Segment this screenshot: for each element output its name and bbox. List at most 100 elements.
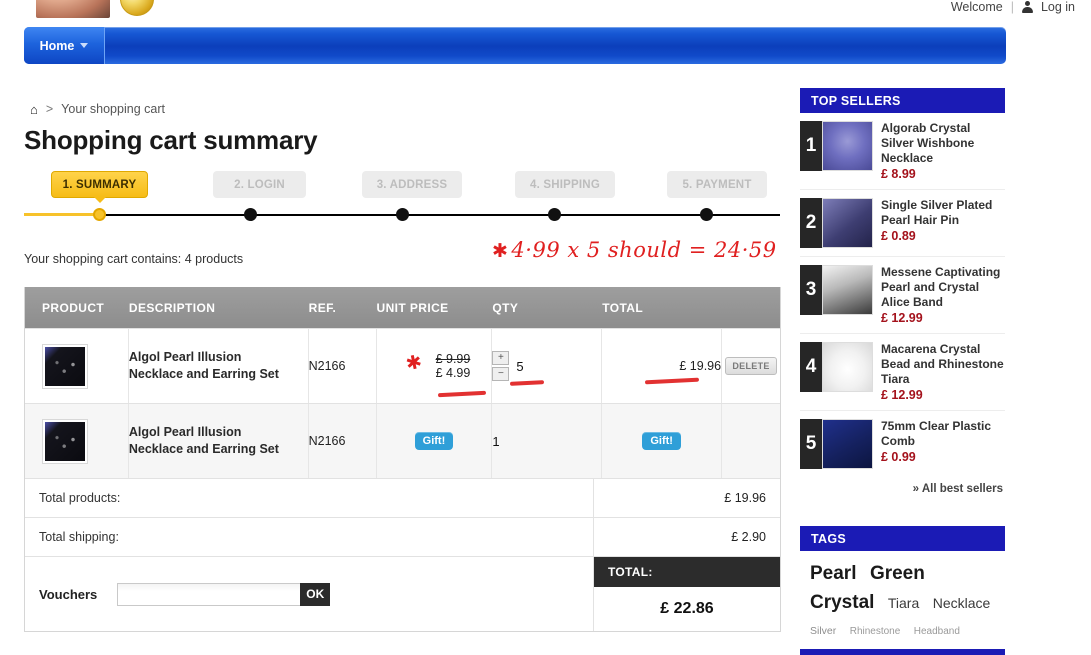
product-thumbnail [42, 343, 88, 389]
tag-headband[interactable]: Headband [914, 624, 960, 640]
step-address[interactable]: 3. ADDRESS [362, 171, 462, 198]
tag-green[interactable]: Green [870, 559, 925, 588]
step-summary[interactable]: 1. SUMMARY [51, 171, 148, 203]
grand-total: TOTAL: £ 22.86 [594, 557, 780, 631]
seller-rank: 5 [800, 419, 822, 469]
table-row: Algol Pearl Illusion Necklace and Earrin… [25, 328, 780, 403]
chevron-down-icon [80, 43, 89, 48]
qty-increase-button[interactable]: + [492, 351, 510, 365]
grand-total-value: £ 22.86 [660, 600, 714, 617]
annotation-star-icon: ✱ [492, 240, 509, 262]
cart-count-text: Your shopping cart contains: 4 products [24, 252, 244, 266]
cart-table-header: PRODUCT DESCRIPTION REF. UNIT PRICE QTY … [25, 287, 780, 328]
total-products-row: Total products: £ 19.96 [25, 478, 780, 517]
nav-item-home[interactable]: Home [24, 27, 105, 64]
cell-ref: N2166 [309, 329, 377, 403]
step-login[interactable]: 2. LOGIN [213, 171, 306, 198]
seller-name[interactable]: Algorab Crystal Silver Wishbone Necklace [881, 121, 1005, 166]
seller-info: Algorab Crystal Silver Wishbone Necklace… [881, 121, 1005, 181]
cell-qty: 1 [492, 404, 603, 478]
step-payment[interactable]: 5. PAYMENT [667, 171, 767, 198]
seller-name[interactable]: Messene Captivating Pearl and Crystal Al… [881, 265, 1005, 310]
column-header-product: PRODUCT [42, 300, 105, 315]
list-item[interactable]: 4 Macarena Crystal Bead and Rhinestone T… [800, 334, 1005, 411]
seller-name[interactable]: Macarena Crystal Bead and Rhinestone Tia… [881, 342, 1005, 387]
login-link[interactable]: Log in [1041, 0, 1075, 14]
list-item[interactable]: 2 Single Silver Plated Pearl Hair Pin £ … [800, 190, 1005, 257]
step-node-3 [396, 208, 409, 221]
seller-thumbnail [822, 265, 873, 315]
tag-silver[interactable]: Silver [810, 623, 836, 639]
cart-totals: Total products: £ 19.96 Total shipping: … [24, 478, 781, 632]
tag-rhinestone[interactable]: Rhinestone [850, 624, 901, 640]
table-row: Algol Pearl Illusion Necklace and Earrin… [25, 403, 780, 478]
voucher-input[interactable] [117, 582, 303, 606]
cell-actions: DELETE [722, 329, 780, 403]
voucher-ok-button[interactable]: OK [300, 582, 331, 606]
quantity-stepper[interactable]: + − [492, 351, 510, 381]
qty-value[interactable]: 5 [516, 359, 523, 374]
total-shipping-value: £ 2.90 [731, 530, 766, 544]
list-item[interactable]: 5 75mm Clear Plastic Comb £ 0.99 [800, 411, 1005, 477]
top-sellers-title: TOP SELLERS [800, 88, 1005, 113]
seller-name[interactable]: Single Silver Plated Pearl Hair Pin [881, 198, 1005, 228]
all-best-sellers-link[interactable]: » All best sellers [800, 477, 1005, 495]
main-navigation: Home [24, 27, 1006, 64]
nav-home-label: Home [39, 38, 75, 53]
seller-thumb-wrap: 5 [800, 419, 873, 469]
tag-tiara[interactable]: Tiara [888, 593, 919, 615]
step-node-4 [548, 208, 561, 221]
seller-thumb-wrap: 4 [800, 342, 873, 392]
cell-description: Algol Pearl Illusion Necklace and Earrin… [129, 329, 309, 403]
product-name[interactable]: Algol Pearl Illusion Necklace and Earrin… [129, 424, 308, 458]
site-logo[interactable]: Wedding Jewellery and Accessories [36, 0, 508, 18]
cell-product-thumb[interactable] [25, 404, 129, 478]
row-total-value: £ 19.96 [679, 359, 722, 373]
step-node-5 [700, 208, 713, 221]
tag-necklace[interactable]: Necklace [933, 593, 991, 615]
tag-pearl[interactable]: Pearl [810, 559, 856, 588]
column-header-unit-price: UNIT PRICE [376, 300, 449, 315]
seller-rank: 4 [800, 342, 822, 392]
seller-name[interactable]: 75mm Clear Plastic Comb [881, 419, 1005, 449]
grand-total-label: TOTAL: [594, 557, 780, 587]
total-products-label: Total products: [25, 479, 594, 517]
logo-photo-icon [36, 0, 110, 18]
breadcrumb-current: Your shopping cart [61, 102, 165, 116]
cell-product-thumb[interactable] [25, 329, 129, 403]
product-name[interactable]: Algol Pearl Illusion Necklace and Earrin… [129, 349, 308, 383]
list-item[interactable]: 3 Messene Captivating Pearl and Crystal … [800, 257, 1005, 334]
seller-thumbnail [822, 198, 873, 248]
total-shipping-row: Total shipping: £ 2.90 [25, 517, 780, 556]
seller-price: £ 12.99 [881, 388, 923, 402]
cell-ref: N2166 [309, 404, 377, 478]
product-thumbnail [42, 418, 88, 464]
sidebar-top-sellers: TOP SELLERS 1 Algorab Crystal Silver Wis… [800, 88, 1005, 495]
seller-thumb-wrap: 3 [800, 265, 873, 315]
qty-decrease-button[interactable]: − [492, 367, 510, 381]
step-shipping[interactable]: 4. SHIPPING [515, 171, 615, 198]
voucher-row: Vouchers OK TOTAL: £ 22.86 [25, 556, 780, 631]
column-header-qty: QTY [492, 300, 519, 315]
seller-price: £ 0.89 [881, 229, 916, 243]
qty-value: 1 [492, 433, 500, 449]
annotation-underline-qty [510, 380, 545, 386]
cell-unit-price: Gift! [377, 404, 493, 478]
seller-info: Single Silver Plated Pearl Hair Pin £ 0.… [881, 198, 1005, 248]
seller-thumb-wrap: 1 [800, 121, 873, 171]
product-ref: N2166 [308, 359, 346, 373]
annotation-underline-price [437, 390, 486, 398]
seller-thumbnail [822, 121, 873, 171]
seller-thumb-wrap: 2 [800, 198, 873, 248]
seller-price: £ 12.99 [881, 311, 923, 325]
list-item[interactable]: 1 Algorab Crystal Silver Wishbone Neckla… [800, 113, 1005, 190]
tag-crystal[interactable]: Crystal [810, 588, 874, 617]
column-header-ref: REF. [308, 300, 337, 315]
sidebar-tags: TAGS Pearl Green Crystal Tiara Necklace … [800, 526, 1005, 655]
welcome-label: Welcome [950, 0, 1003, 14]
home-icon[interactable]: ⌂ [30, 103, 38, 116]
annotation-underline-total [645, 377, 700, 385]
delete-button[interactable]: DELETE [725, 357, 777, 375]
seller-thumbnail [822, 342, 873, 392]
total-products-value: £ 19.96 [724, 491, 766, 505]
